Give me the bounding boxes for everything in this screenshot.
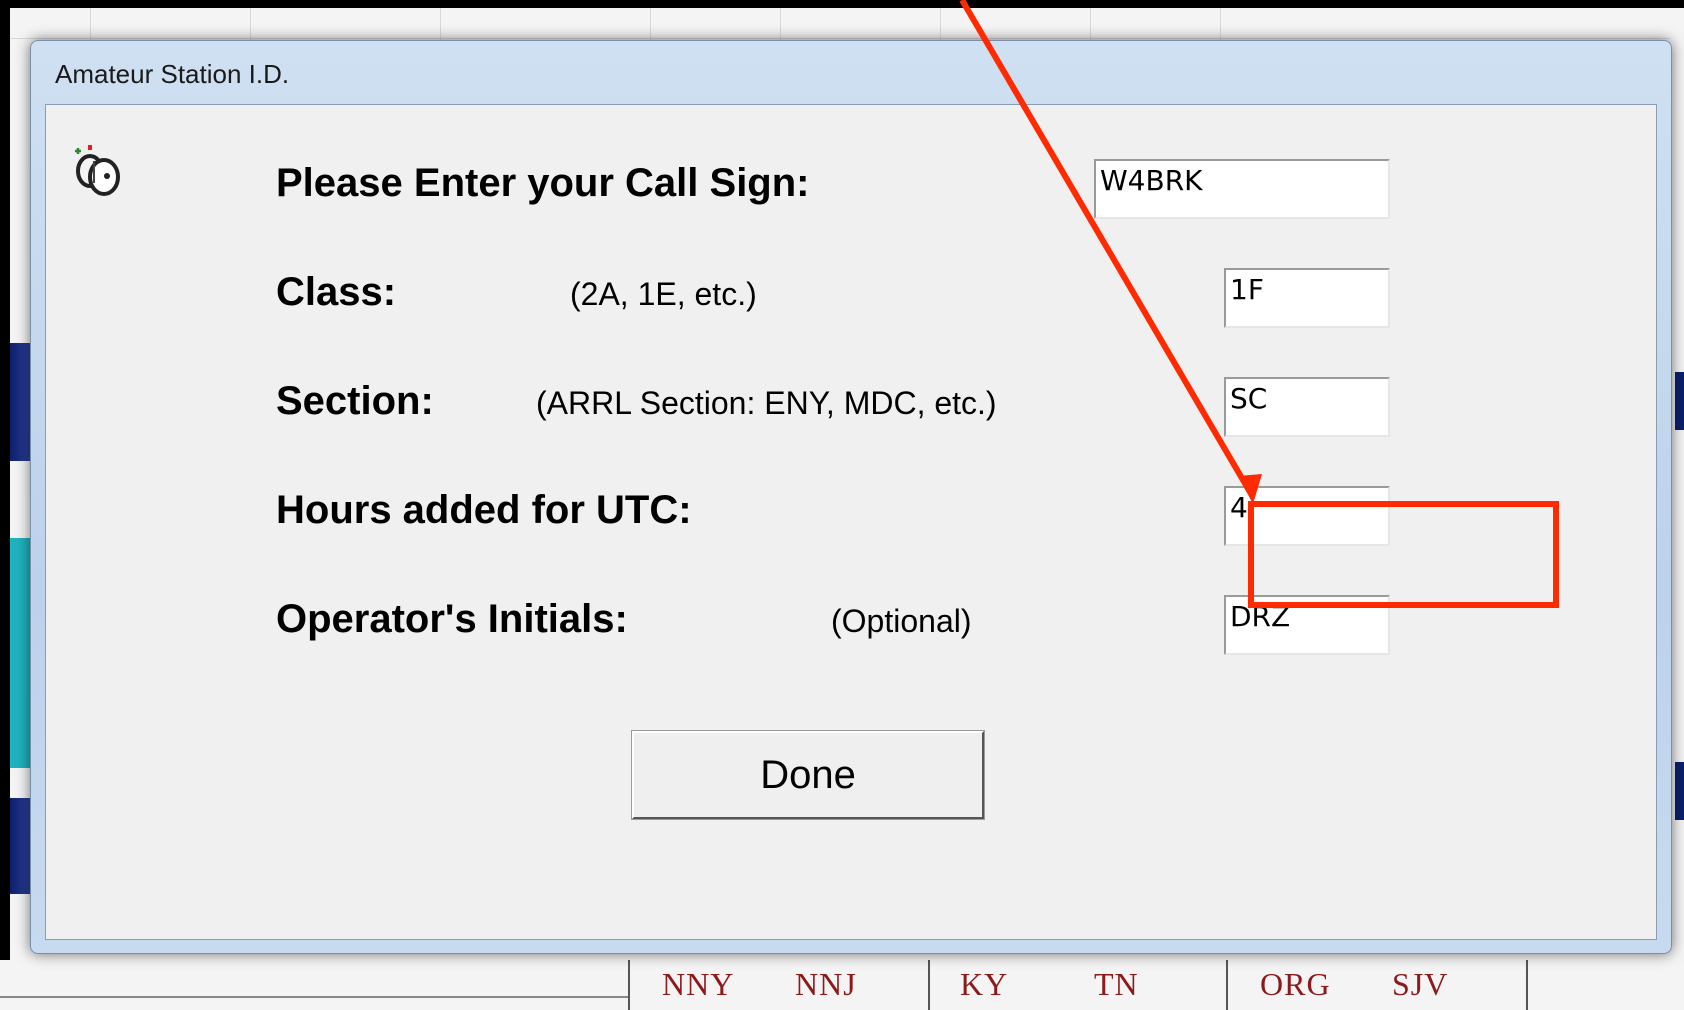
key-cursor-icon xyxy=(75,145,120,196)
section-label: ORG xyxy=(1260,966,1331,1002)
operator-initials-label: Operator's Initials: xyxy=(276,597,628,641)
background-header-cell xyxy=(1675,762,1684,820)
grid-line xyxy=(10,38,1684,39)
class-hint: (2A, 1E, etc.) xyxy=(570,276,757,312)
section-label: SJV xyxy=(1392,966,1449,1002)
divider xyxy=(0,996,630,998)
class-label: Class: xyxy=(276,270,397,314)
utc-hours-label: Hours added for UTC: xyxy=(276,488,692,532)
call-sign-input[interactable]: W4BRK xyxy=(1094,159,1390,219)
section-label: Section: xyxy=(276,379,434,423)
section-input[interactable]: SC xyxy=(1224,377,1390,437)
section-label: NNY xyxy=(662,966,735,1002)
dialog-client-area: Please Enter your Call Sign: W4BRK Class… xyxy=(45,104,1657,940)
divider xyxy=(1526,960,1528,1010)
section-hint: (ARRL Section: ENY, MDC, etc.) xyxy=(536,385,997,421)
operator-initials-hint: (Optional) xyxy=(831,603,972,639)
divider xyxy=(628,960,630,1010)
background-header-cell xyxy=(1675,372,1684,430)
dialog-title: Amateur Station I.D. xyxy=(55,59,290,89)
background-right-column xyxy=(1670,38,1684,998)
done-button[interactable]: Done xyxy=(631,730,985,820)
section-label: KY xyxy=(960,966,1009,1002)
divider xyxy=(1226,960,1228,1010)
divider xyxy=(928,960,930,1010)
operator-initials-input[interactable]: DRZ xyxy=(1224,595,1390,655)
section-label: TN xyxy=(1094,966,1139,1002)
utc-hours-input[interactable]: 4 xyxy=(1224,486,1390,546)
section-label: NNJ xyxy=(795,966,857,1002)
call-sign-label: Please Enter your Call Sign: xyxy=(276,161,810,205)
class-input[interactable]: 1F xyxy=(1224,268,1390,328)
amateur-station-id-dialog: Amateur Station I.D. Please Enter your C… xyxy=(30,40,1672,954)
